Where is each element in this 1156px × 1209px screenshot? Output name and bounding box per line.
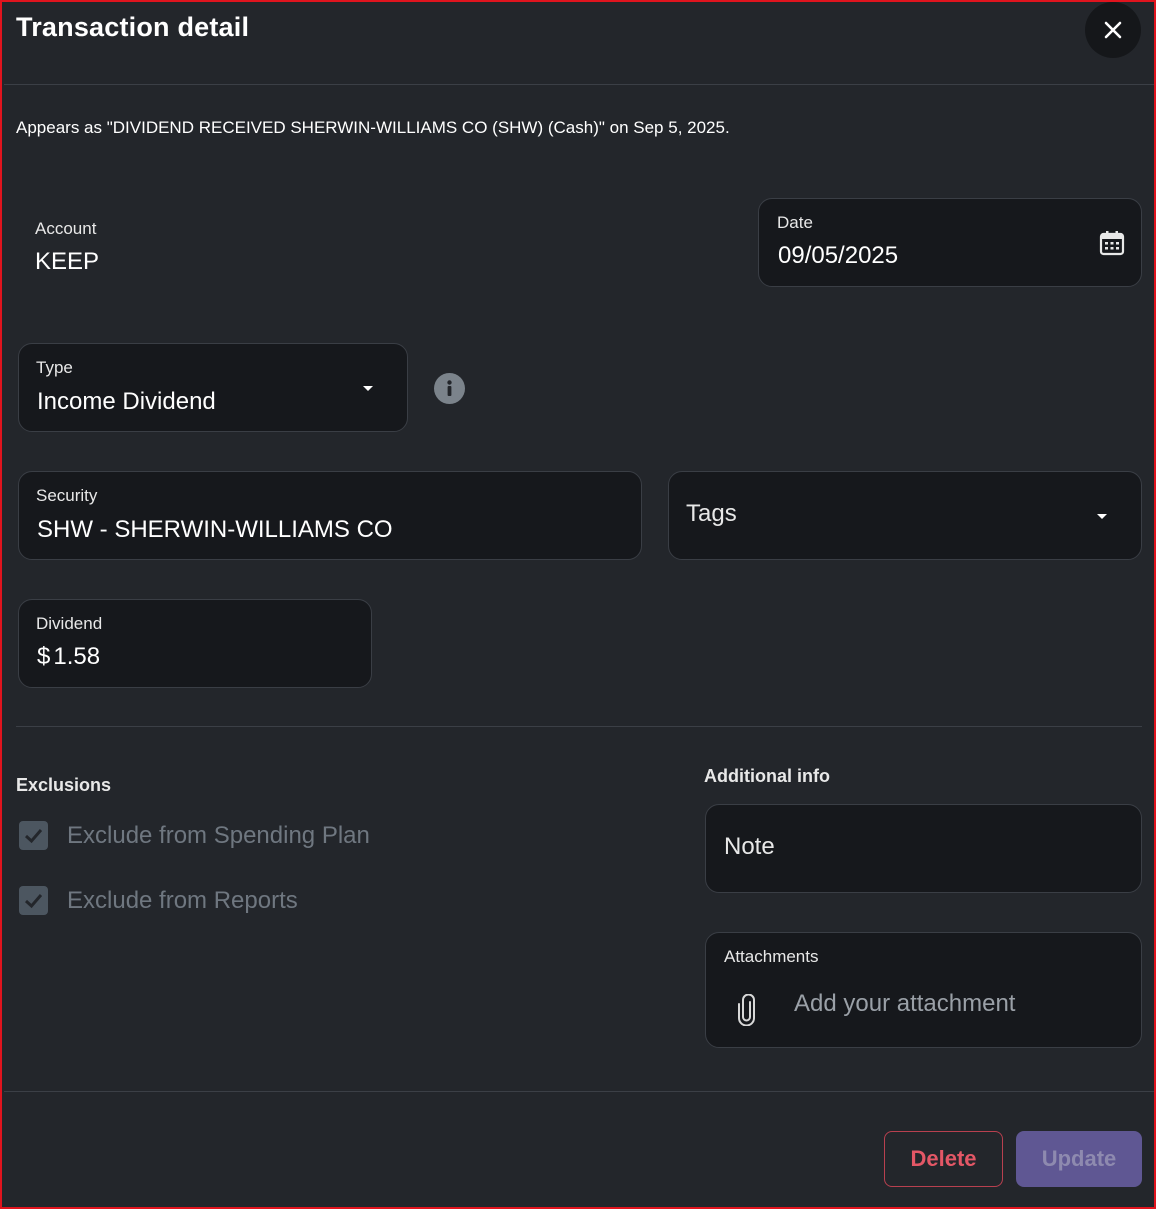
- info-glyph-icon: [447, 380, 452, 396]
- checkbox-box[interactable]: [19, 821, 48, 850]
- attachments-label: Attachments: [724, 947, 819, 966]
- security-label: Security: [36, 486, 98, 505]
- date-field[interactable]: Date 09/05/2025: [758, 198, 1142, 287]
- calendar-icon[interactable]: [1099, 230, 1125, 256]
- tags-select[interactable]: Tags: [668, 471, 1142, 560]
- date-value: 09/05/2025: [778, 242, 899, 269]
- appears-as-text: Appears as "DIVIDEND RECEIVED SHERWIN-WI…: [16, 118, 730, 137]
- close-icon: [1104, 21, 1122, 39]
- note-field[interactable]: Note: [705, 804, 1142, 893]
- date-label: Date: [777, 213, 813, 232]
- security-value: SHW - SHERWIN-WILLIAMS CO: [37, 516, 393, 543]
- dividend-value: 1.58: [53, 643, 101, 670]
- exclude-spending-plan-checkbox[interactable]: Exclude from Spending Plan: [19, 821, 370, 850]
- note-placeholder: Note: [724, 833, 775, 860]
- account-value: KEEP: [35, 248, 100, 275]
- transaction-detail-dialog: Transaction detail Appears as "DIVIDEND …: [0, 0, 1156, 1209]
- exclusions-label: Exclusions: [16, 775, 112, 795]
- header-divider: [4, 84, 1154, 85]
- caret-down-icon: [363, 386, 373, 391]
- check-icon: [24, 829, 43, 844]
- exclude-reports-checkbox[interactable]: Exclude from Reports: [19, 886, 298, 915]
- footer-divider: [4, 1091, 1154, 1092]
- currency-symbol: $: [37, 643, 51, 670]
- type-value: Income Dividend: [37, 388, 216, 415]
- dialog-title: Transaction detail: [16, 12, 250, 42]
- tags-placeholder: Tags: [686, 500, 737, 527]
- close-button[interactable]: [1085, 2, 1141, 58]
- dividend-amount: $1.58: [37, 643, 100, 671]
- check-icon: [24, 894, 43, 909]
- update-button[interactable]: Update: [1016, 1131, 1142, 1187]
- caret-down-icon: [1097, 514, 1107, 519]
- dividend-label: Dividend: [36, 614, 103, 633]
- attachments-field[interactable]: Attachments Add your attachment: [705, 932, 1142, 1048]
- type-select[interactable]: Type Income Dividend: [18, 343, 408, 432]
- paperclip-icon[interactable]: [738, 994, 756, 1026]
- delete-button[interactable]: Delete: [884, 1131, 1003, 1187]
- section-divider: [16, 726, 1142, 727]
- checkbox-label: Exclude from Spending Plan: [67, 821, 370, 849]
- checkbox-box[interactable]: [19, 886, 48, 915]
- additional-info-label: Additional info: [704, 766, 830, 786]
- attachments-placeholder: Add your attachment: [794, 990, 1016, 1017]
- dividend-field[interactable]: Dividend $1.58: [18, 599, 372, 688]
- type-label: Type: [36, 358, 73, 377]
- info-icon[interactable]: [434, 373, 465, 404]
- security-field[interactable]: Security SHW - SHERWIN-WILLIAMS CO: [18, 471, 642, 560]
- account-label: Account: [35, 219, 97, 238]
- checkbox-label: Exclude from Reports: [67, 886, 298, 914]
